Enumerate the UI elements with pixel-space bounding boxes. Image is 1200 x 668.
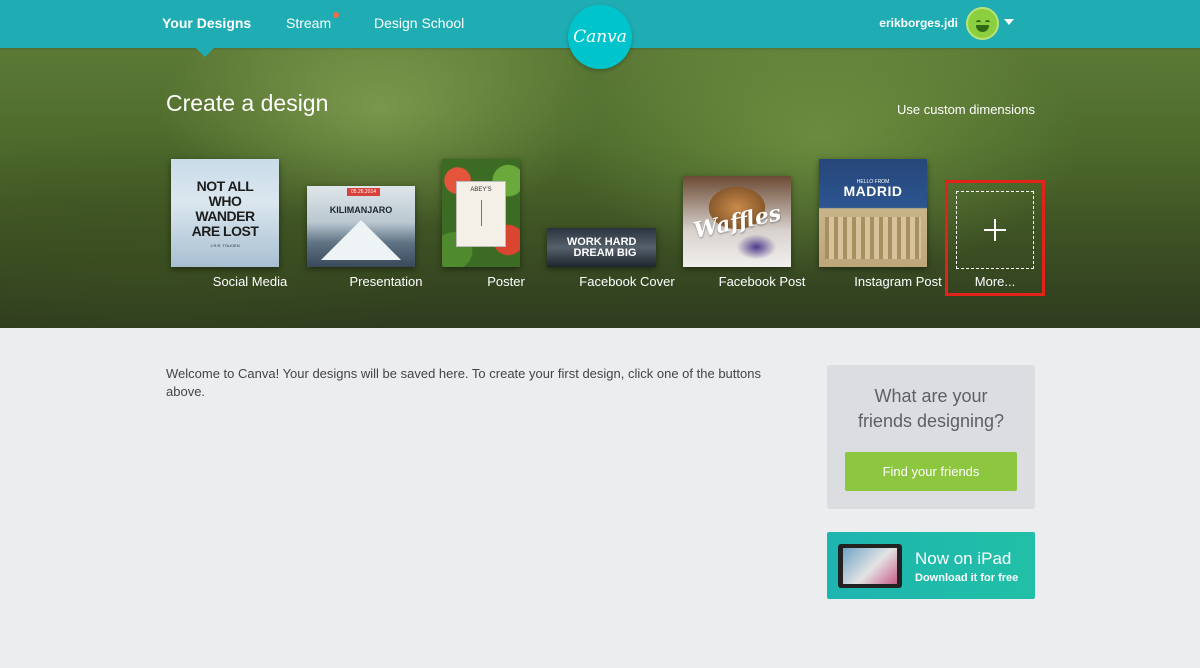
ipad-banner-subtitle: Download it for free [915,572,1019,584]
thumbnail-text: WORK HARD DREAM BIG [566,235,637,259]
presentation-thumbnail[interactable]: 05.26.2014 KILIMANJARO [307,186,415,267]
nav-stream[interactable]: Stream [286,15,331,31]
plus-icon [994,219,996,241]
use-custom-dimensions-link[interactable]: Use custom dimensions [897,102,1035,117]
nav-design-school[interactable]: Design School [374,15,464,31]
thumbnail-text: NOT ALL WHO WANDER ARE LOST [191,177,259,239]
canva-logo[interactable]: Canva [568,5,632,69]
avatar-eye-icon [985,20,990,23]
thumbnail-subtext: J.R.R. TOLKIEN [210,242,240,248]
instagram-post-thumbnail[interactable]: HELLO FROM MADRID [819,159,927,267]
username[interactable]: erikborges.jdi [879,16,958,30]
ipad-screen [843,548,897,584]
poster-card: ABEY'S [456,181,506,247]
mountain-shape [321,220,401,260]
thumbnail-text: Waffles [690,199,784,244]
social-media-thumbnail[interactable]: NOT ALL WHO WANDER ARE LOST J.R.R. TOLKI… [171,159,279,267]
avatar-eye-icon [976,20,981,23]
building-facade [825,217,921,259]
chevron-down-icon[interactable] [1004,19,1014,25]
poster-card-line [481,200,482,226]
friends-panel: What are your friends designing? Find yo… [827,365,1035,509]
avatar[interactable] [966,7,999,40]
thumbnail-text: MADRID [843,183,903,199]
ipad-banner-title: Now on iPad [915,549,1012,568]
thumbnail-text: ABEY'S [470,187,492,193]
avatar-mouth-icon [976,25,989,32]
poster-thumbnail[interactable]: ABEY'S [442,159,520,267]
more-design-types-button[interactable]: More... [945,180,1045,296]
page-title: Create a design [166,90,329,116]
thumbnail-date-tag: 05.26.2014 [347,188,381,196]
facebook-cover-thumbnail[interactable]: WORK HARD DREAM BIG [547,228,656,267]
thumbnail-text: KILIMANJARO [329,205,393,215]
welcome-message: Welcome to Canva! Your designs will be s… [166,366,761,399]
more-label: More... [974,274,1016,289]
notification-dot [333,12,339,18]
ipad-app-banner[interactable]: Now on iPad Download it for free [827,532,1035,599]
ipad-icon [838,544,902,588]
friends-question: What are your friends designing? [857,386,1005,431]
create-design-hero: Create a design Use custom dimensions NO… [0,48,1200,328]
facebook-post-thumbnail[interactable]: Waffles [683,176,791,267]
nav-your-designs[interactable]: Your Designs [162,15,251,31]
find-your-friends-button[interactable]: Find your friends [845,452,1017,491]
active-tab-indicator [196,48,214,57]
